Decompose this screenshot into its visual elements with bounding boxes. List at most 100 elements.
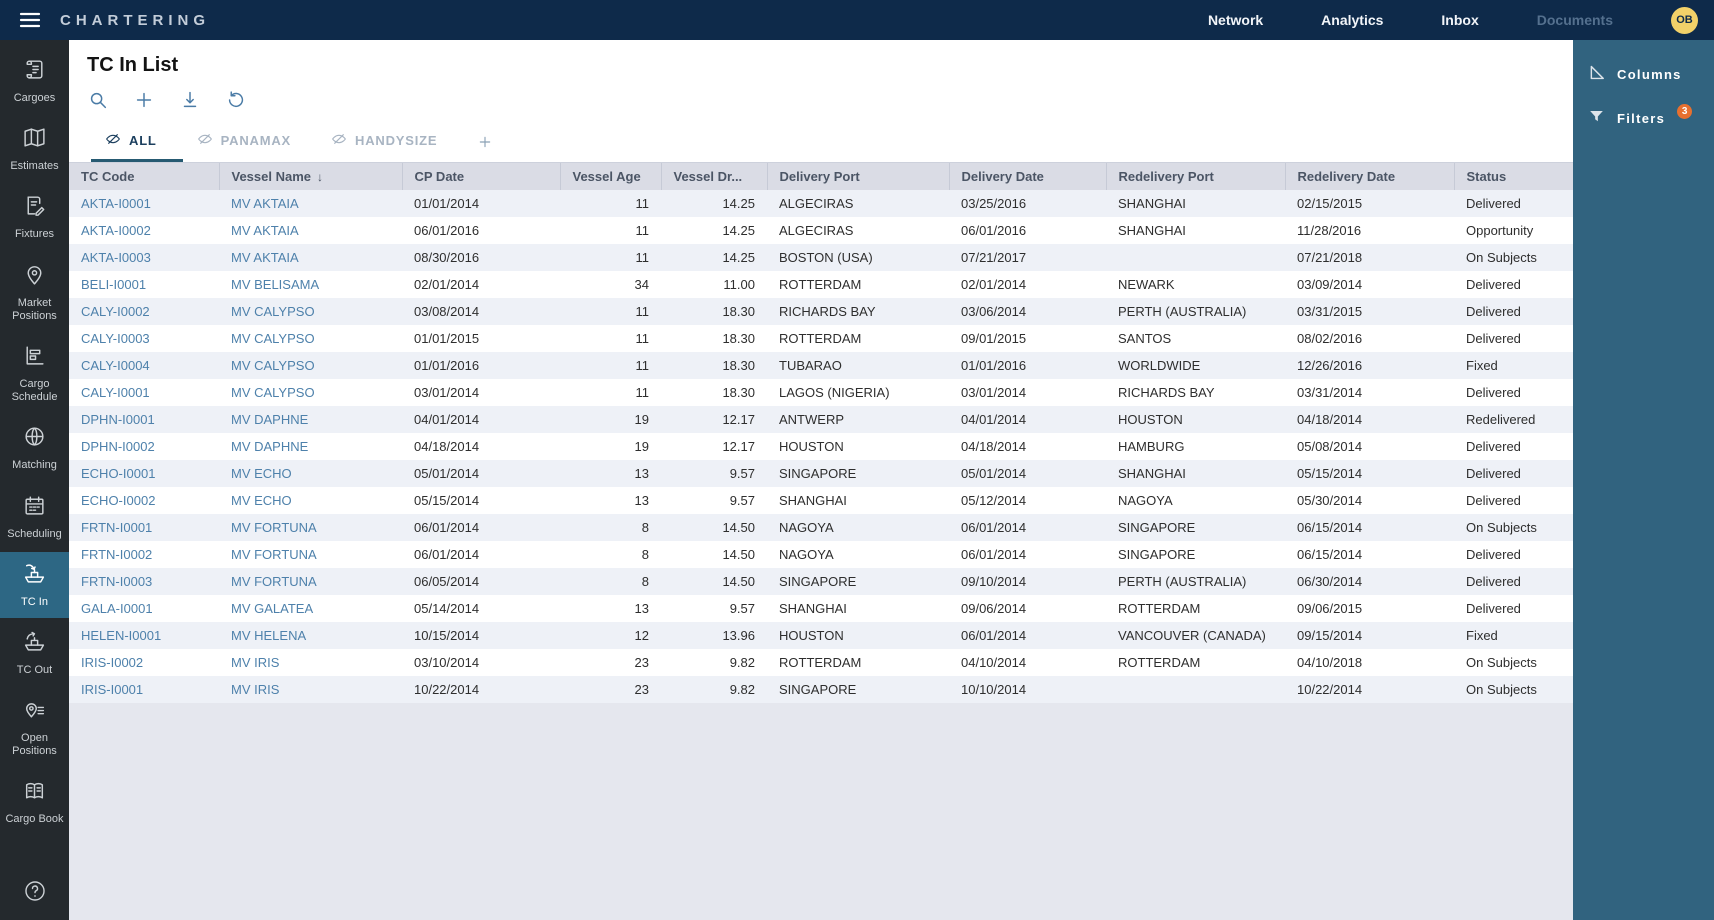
nav-item-inbox[interactable]: Inbox <box>1441 12 1478 28</box>
sidebar-item-market-positions[interactable]: Market Positions <box>0 253 69 332</box>
vessel-draft-cell: 9.57 <box>661 460 767 487</box>
vessel-name-cell[interactable]: MV CALYPSO <box>219 379 402 406</box>
vessel-name-cell[interactable]: MV DAPHNE <box>219 406 402 433</box>
table-row[interactable]: AKTA-I0002MV AKTAIA06/01/20161114.25ALGE… <box>69 217 1573 244</box>
tc-code-cell[interactable]: BELI-I0001 <box>69 271 219 298</box>
tab-handysize[interactable]: HANDYSIZE <box>317 122 463 162</box>
column-header-vessel-draft[interactable]: Vessel Dr... <box>661 163 767 190</box>
column-header-delivery-date[interactable]: Delivery Date <box>949 163 1106 190</box>
sidebar-item-open-positions[interactable]: Open Positions <box>0 688 69 767</box>
tc-code-cell[interactable]: FRTN-I0001 <box>69 514 219 541</box>
vessel-name-cell[interactable]: MV AKTAIA <box>219 190 402 217</box>
cp-date-cell: 02/01/2014 <box>402 271 560 298</box>
sidebar-item-fixtures[interactable]: Fixtures <box>0 184 69 250</box>
table-row[interactable]: DPHN-I0001MV DAPHNE04/01/20141912.17ANTW… <box>69 406 1573 433</box>
tc-code-cell[interactable]: ECHO-I0001 <box>69 460 219 487</box>
tc-code-cell[interactable]: GALA-I0001 <box>69 595 219 622</box>
vessel-name-cell[interactable]: MV CALYPSO <box>219 325 402 352</box>
vessel-name-cell[interactable]: MV GALATEA <box>219 595 402 622</box>
column-header-status[interactable]: Status <box>1454 163 1573 190</box>
sidebar-item-estimates[interactable]: Estimates <box>0 116 69 182</box>
tc-code-cell[interactable]: IRIS-I0001 <box>69 676 219 703</box>
table-row[interactable]: CALY-I0002MV CALYPSO03/08/20141118.30RIC… <box>69 298 1573 325</box>
user-avatar[interactable]: OB <box>1671 7 1698 34</box>
sidebar-item-matching[interactable]: Matching <box>0 415 69 481</box>
column-header-redelivery-port[interactable]: Redelivery Port <box>1106 163 1285 190</box>
column-header-vessel-age[interactable]: Vessel Age <box>560 163 661 190</box>
vessel-name-cell[interactable]: MV IRIS <box>219 649 402 676</box>
column-header-redelivery-date[interactable]: Redelivery Date <box>1285 163 1454 190</box>
search-button[interactable] <box>87 89 109 114</box>
sidebar-item-cargo-book[interactable]: Cargo Book <box>0 769 69 835</box>
tab-all[interactable]: ALL <box>91 122 183 162</box>
add-button[interactable] <box>133 89 155 114</box>
table-row[interactable]: AKTA-I0001MV AKTAIA01/01/20141114.25ALGE… <box>69 190 1573 217</box>
filters-button[interactable]: Filters 3 <box>1573 96 1714 140</box>
sidebar-item-cargoes[interactable]: Cargoes <box>0 48 69 114</box>
sidebar-item-tc-in[interactable]: TC In <box>0 552 69 618</box>
column-header-cp-date[interactable]: CP Date <box>402 163 560 190</box>
table-row[interactable]: CALY-I0003MV CALYPSO01/01/20151118.30ROT… <box>69 325 1573 352</box>
tc-code-cell[interactable]: CALY-I0002 <box>69 298 219 325</box>
table-row[interactable]: DPHN-I0002MV DAPHNE04/18/20141912.17HOUS… <box>69 433 1573 460</box>
table-row[interactable]: HELEN-I0001MV HELENA10/15/20141213.96HOU… <box>69 622 1573 649</box>
table-row[interactable]: CALY-I0004MV CALYPSO01/01/20161118.30TUB… <box>69 352 1573 379</box>
hamburger-menu-icon[interactable] <box>18 8 42 32</box>
nav-item-documents[interactable]: Documents <box>1537 12 1613 28</box>
table-row[interactable]: IRIS-I0001MV IRIS10/22/2014239.82SINGAPO… <box>69 676 1573 703</box>
status-cell: Delivered <box>1454 595 1573 622</box>
column-header-vessel-name[interactable]: Vessel Name <box>219 163 402 190</box>
tc-code-cell[interactable]: FRTN-I0003 <box>69 568 219 595</box>
vessel-name-cell[interactable]: MV ECHO <box>219 460 402 487</box>
tc-code-cell[interactable]: AKTA-I0003 <box>69 244 219 271</box>
vessel-name-cell[interactable]: MV AKTAIA <box>219 217 402 244</box>
table-row[interactable]: FRTN-I0001MV FORTUNA06/01/2014814.50NAGO… <box>69 514 1573 541</box>
cp-date-cell: 01/01/2014 <box>402 190 560 217</box>
table-row[interactable]: ECHO-I0002MV ECHO05/15/2014139.57SHANGHA… <box>69 487 1573 514</box>
table-row[interactable]: GALA-I0001MV GALATEA05/14/2014139.57SHAN… <box>69 595 1573 622</box>
table-row[interactable]: FRTN-I0002MV FORTUNA06/01/2014814.50NAGO… <box>69 541 1573 568</box>
tc-code-cell[interactable]: AKTA-I0002 <box>69 217 219 244</box>
tc-code-cell[interactable]: AKTA-I0001 <box>69 190 219 217</box>
vessel-name-cell[interactable]: MV FORTUNA <box>219 568 402 595</box>
sidebar-item-tc-out[interactable]: TC Out <box>0 620 69 686</box>
vessel-name-cell[interactable]: MV BELISAMA <box>219 271 402 298</box>
vessel-name-cell[interactable]: MV FORTUNA <box>219 541 402 568</box>
tc-code-cell[interactable]: ECHO-I0002 <box>69 487 219 514</box>
table-row[interactable]: FRTN-I0003MV FORTUNA06/05/2014814.50SING… <box>69 568 1573 595</box>
vessel-name-cell[interactable]: MV CALYPSO <box>219 298 402 325</box>
tc-code-cell[interactable]: DPHN-I0001 <box>69 406 219 433</box>
vessel-name-cell[interactable]: MV DAPHNE <box>219 433 402 460</box>
vessel-name-cell[interactable]: MV CALYPSO <box>219 352 402 379</box>
add-view-tab-button[interactable] <box>463 125 507 162</box>
columns-button[interactable]: Columns <box>1573 52 1714 96</box>
column-header-tc-code[interactable]: TC Code <box>69 163 219 190</box>
tc-code-cell[interactable]: IRIS-I0002 <box>69 649 219 676</box>
export-button[interactable] <box>179 89 201 114</box>
delivery-date-cell: 07/21/2017 <box>949 244 1106 271</box>
vessel-name-cell[interactable]: MV AKTAIA <box>219 244 402 271</box>
nav-item-analytics[interactable]: Analytics <box>1321 12 1383 28</box>
reset-button[interactable] <box>225 89 247 114</box>
tc-code-cell[interactable]: CALY-I0001 <box>69 379 219 406</box>
help-button[interactable] <box>0 879 69 908</box>
vessel-name-cell[interactable]: MV IRIS <box>219 676 402 703</box>
vessel-name-cell[interactable]: MV FORTUNA <box>219 514 402 541</box>
tc-code-cell[interactable]: CALY-I0004 <box>69 352 219 379</box>
sidebar-item-scheduling[interactable]: Scheduling <box>0 484 69 550</box>
table-row[interactable]: BELI-I0001MV BELISAMA02/01/20143411.00RO… <box>69 271 1573 298</box>
tab-panamax[interactable]: PANAMAX <box>183 122 317 162</box>
vessel-name-cell[interactable]: MV HELENA <box>219 622 402 649</box>
table-row[interactable]: CALY-I0001MV CALYPSO03/01/20141118.30LAG… <box>69 379 1573 406</box>
tc-code-cell[interactable]: DPHN-I0002 <box>69 433 219 460</box>
tc-code-cell[interactable]: FRTN-I0002 <box>69 541 219 568</box>
column-header-delivery-port[interactable]: Delivery Port <box>767 163 949 190</box>
table-row[interactable]: IRIS-I0002MV IRIS03/10/2014239.82ROTTERD… <box>69 649 1573 676</box>
nav-item-network[interactable]: Network <box>1208 12 1263 28</box>
table-row[interactable]: ECHO-I0001MV ECHO05/01/2014139.57SINGAPO… <box>69 460 1573 487</box>
sidebar-item-cargo-schedule[interactable]: Cargo Schedule <box>0 334 69 413</box>
tc-code-cell[interactable]: HELEN-I0001 <box>69 622 219 649</box>
tc-code-cell[interactable]: CALY-I0003 <box>69 325 219 352</box>
table-row[interactable]: AKTA-I0003MV AKTAIA08/30/20161114.25BOST… <box>69 244 1573 271</box>
vessel-name-cell[interactable]: MV ECHO <box>219 487 402 514</box>
